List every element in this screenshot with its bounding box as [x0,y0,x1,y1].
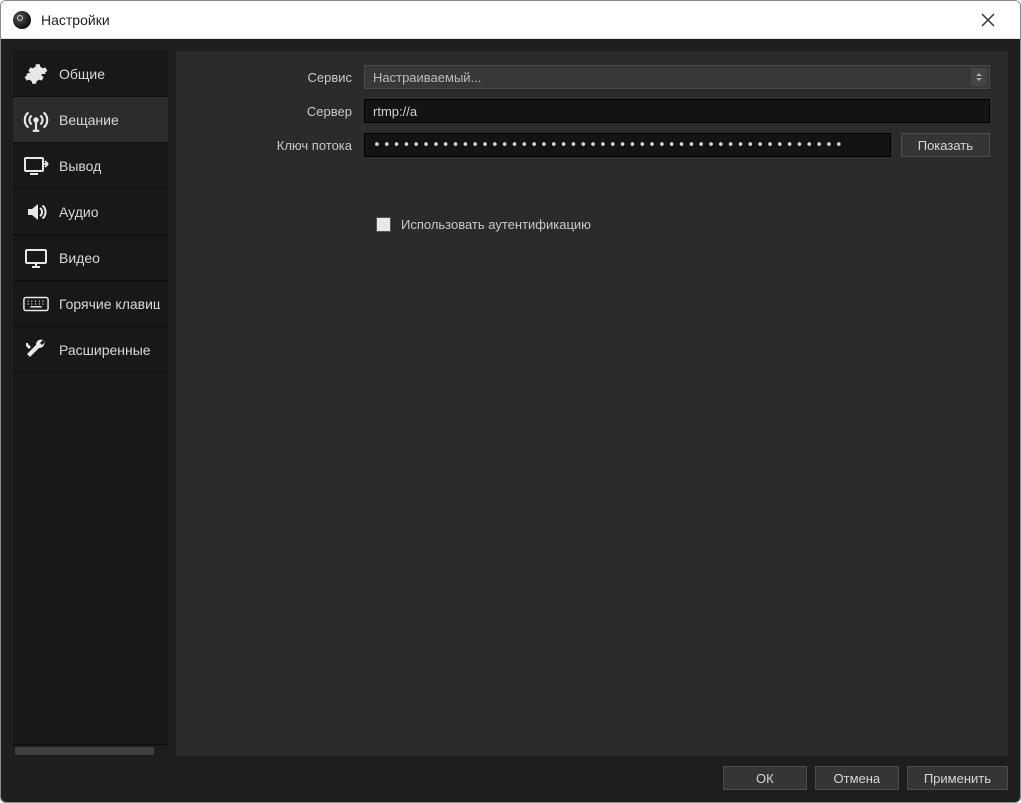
close-icon [981,13,995,27]
speaker-icon [23,199,49,225]
sidebar-item-advanced[interactable]: Расширенные [13,327,168,373]
service-label: Сервис [194,70,364,85]
sidebar-item-output[interactable]: Вывод [13,143,168,189]
use-auth-label: Использовать аутентификацию [401,217,591,232]
show-key-button[interactable]: Показать [901,133,990,157]
row-service: Сервис Настраиваемый... [194,65,990,89]
keyboard-icon [23,291,49,317]
app-icon [13,11,31,29]
sidebar-scrollbar[interactable] [13,744,168,756]
streamkey-label: Ключ потока [194,138,364,153]
main-panel: Сервис Настраиваемый... Сервер [176,51,1008,756]
use-auth-checkbox[interactable] [376,217,391,232]
monitor-icon [23,245,49,271]
sidebar: Общие Вещание Вывод [13,51,168,756]
window-title: Настройки [41,12,968,28]
chevron-updown-icon [971,68,987,86]
dialog-footer: ОК Отмена Применить [13,756,1008,790]
scrollbar-thumb[interactable] [15,747,154,755]
ok-button[interactable]: ОК [723,766,807,790]
server-input[interactable] [364,99,990,123]
titlebar: Настройки [1,1,1020,39]
sidebar-item-label: Вывод [59,158,101,174]
sidebar-item-video[interactable]: Видео [13,235,168,281]
apply-button[interactable]: Применить [907,766,1008,790]
streamkey-input[interactable] [364,133,891,157]
close-button[interactable] [968,5,1008,35]
dialog-body: Общие Вещание Вывод [1,39,1020,802]
sidebar-item-label: Видео [59,250,100,266]
sidebar-item-label: Общие [59,66,105,82]
cancel-button[interactable]: Отмена [815,766,899,790]
service-select[interactable]: Настраиваемый... [364,65,990,89]
row-streamkey: Ключ потока Показать [194,133,990,157]
sidebar-item-general[interactable]: Общие [13,51,168,97]
sidebar-item-label: Расширенные [59,342,151,358]
sidebar-item-stream[interactable]: Вещание [13,97,168,143]
row-use-auth: Использовать аутентификацию [376,217,990,232]
sidebar-items: Общие Вещание Вывод [13,51,168,744]
sidebar-item-audio[interactable]: Аудио [13,189,168,235]
sidebar-item-label: Горячие клавиши [59,296,160,312]
service-select-value: Настраиваемый... [373,70,481,85]
server-label: Сервер [194,104,364,119]
row-server: Сервер [194,99,990,123]
sidebar-item-label: Аудио [59,204,99,220]
output-icon [23,153,49,179]
content-row: Общие Вещание Вывод [13,51,1008,756]
settings-window: Настройки Общие [0,0,1021,803]
sidebar-item-hotkeys[interactable]: Горячие клавиши [13,281,168,327]
gear-icon [23,61,49,87]
tools-icon [23,337,49,363]
antenna-icon [23,107,49,133]
sidebar-item-label: Вещание [59,112,119,128]
